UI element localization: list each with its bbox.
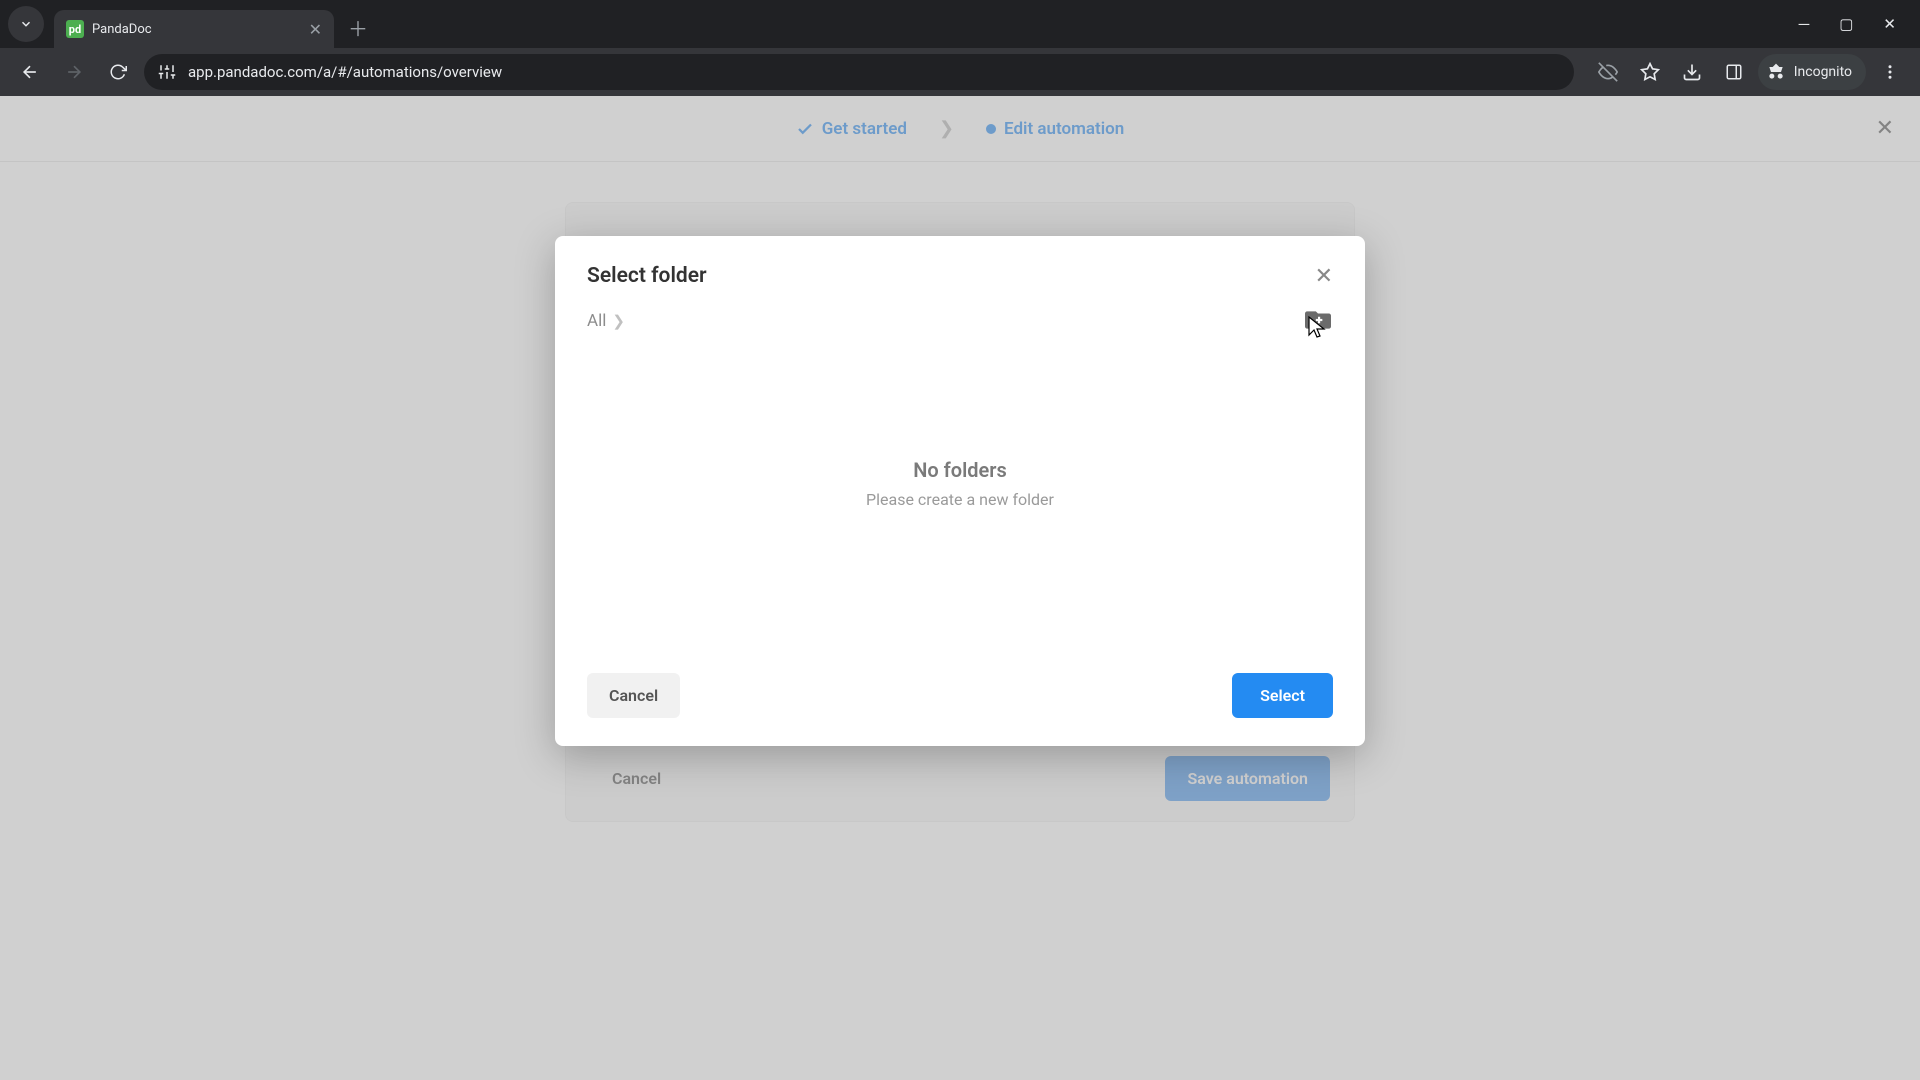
chevron-right-icon: ❯ xyxy=(612,312,625,330)
empty-state-title: No folders xyxy=(913,458,1007,482)
panel-icon xyxy=(1725,63,1743,81)
folder-plus-icon xyxy=(1305,309,1331,331)
tab-title: PandaDoc xyxy=(92,22,301,37)
browser-titlebar: pd PandaDoc ✕ ＋ ─ ▢ ✕ xyxy=(0,0,1920,48)
downloads-button[interactable] xyxy=(1674,54,1710,90)
menu-button[interactable] xyxy=(1872,54,1908,90)
maximize-button[interactable]: ▢ xyxy=(1839,15,1853,33)
reload-icon xyxy=(109,63,127,81)
empty-state-subtitle: Please create a new folder xyxy=(866,490,1054,509)
bookmark-button[interactable] xyxy=(1632,54,1668,90)
new-tab-button[interactable]: ＋ xyxy=(348,13,368,42)
tab-close-icon[interactable]: ✕ xyxy=(309,20,322,39)
minimize-button[interactable]: ─ xyxy=(1799,15,1810,33)
reload-button[interactable] xyxy=(100,54,136,90)
select-folder-modal: Select folder ✕ All ❯ No folders Please … xyxy=(555,236,1365,746)
url-text: app.pandadoc.com/a/#/automations/overvie… xyxy=(188,63,502,81)
tab-search-button[interactable] xyxy=(8,6,44,42)
browser-tab[interactable]: pd PandaDoc ✕ xyxy=(54,10,334,48)
modal-close-button[interactable]: ✕ xyxy=(1315,264,1333,289)
modal-cancel-button[interactable]: Cancel xyxy=(587,673,680,718)
sidepanel-button[interactable] xyxy=(1716,54,1752,90)
star-icon xyxy=(1640,62,1660,82)
arrow-right-icon xyxy=(64,62,84,82)
page-viewport: Get started ❯ Edit automation ✕ Cancel S… xyxy=(0,96,1920,1080)
modal-body: No folders Please create a new folder xyxy=(555,333,1365,653)
new-folder-button[interactable] xyxy=(1305,309,1333,333)
window-close-button[interactable]: ✕ xyxy=(1883,15,1896,33)
modal-select-button[interactable]: Select xyxy=(1232,673,1333,718)
breadcrumb-root: All xyxy=(587,311,606,331)
site-settings-icon[interactable] xyxy=(158,63,176,81)
forward-button[interactable] xyxy=(56,54,92,90)
window-controls: ─ ▢ ✕ xyxy=(1799,15,1912,33)
dots-vertical-icon xyxy=(1881,63,1899,81)
incognito-icon xyxy=(1766,62,1786,82)
incognito-label: Incognito xyxy=(1794,64,1852,80)
chevron-down-icon xyxy=(19,17,33,31)
address-bar[interactable]: app.pandadoc.com/a/#/automations/overvie… xyxy=(144,54,1574,90)
download-icon xyxy=(1682,62,1702,82)
browser-toolbar: app.pandadoc.com/a/#/automations/overvie… xyxy=(0,48,1920,96)
eye-off-icon[interactable] xyxy=(1590,54,1626,90)
incognito-badge[interactable]: Incognito xyxy=(1758,54,1866,90)
arrow-left-icon xyxy=(20,62,40,82)
favicon-icon: pd xyxy=(66,20,84,38)
breadcrumb[interactable]: All ❯ xyxy=(587,311,625,331)
modal-title: Select folder xyxy=(587,264,707,288)
back-button[interactable] xyxy=(12,54,48,90)
modal-overlay: Select folder ✕ All ❯ No folders Please … xyxy=(0,96,1920,1080)
